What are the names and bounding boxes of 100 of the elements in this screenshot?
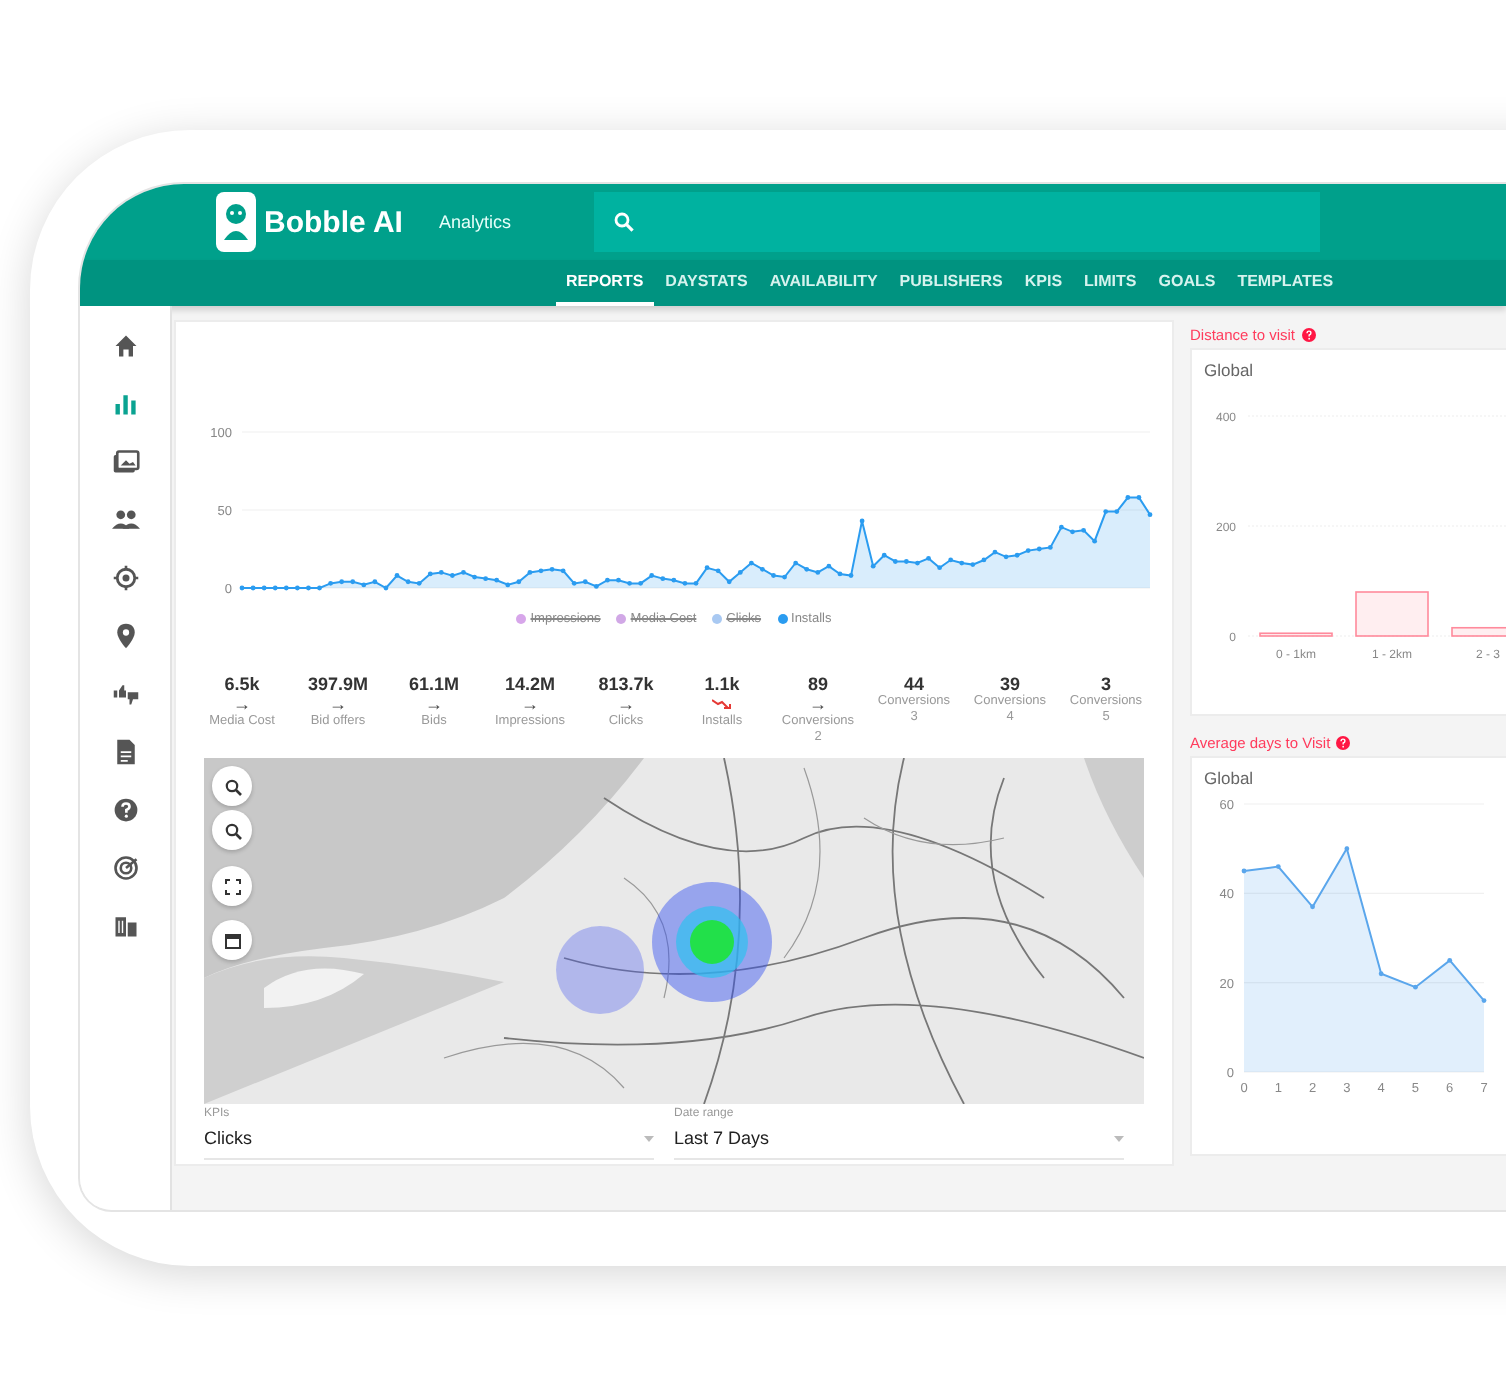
brand-name: Bobble AI: [264, 205, 403, 239]
data-point: [880, 552, 886, 558]
help-icon[interactable]: [1336, 735, 1351, 749]
data-point: [814, 570, 820, 575]
stat-value: 1.1k: [704, 674, 740, 694]
data-point: [659, 576, 665, 582]
data-point: [836, 571, 842, 577]
data-point: [1002, 554, 1008, 560]
bar: [1451, 626, 1506, 637]
help-icon[interactable]: [111, 796, 139, 824]
bar-chart-icon[interactable]: [111, 390, 139, 418]
arrow: →: [329, 694, 347, 714]
data-point: [338, 579, 344, 585]
target-icon[interactable]: [111, 564, 139, 592]
people-icon[interactable]: [111, 506, 139, 534]
data-point: [548, 566, 554, 572]
stat-value: 3: [1100, 674, 1111, 694]
data-point: [1091, 538, 1097, 544]
stat-value: 61.1M: [408, 674, 459, 694]
caret-icon: [1114, 1135, 1124, 1141]
location-pin-icon[interactable]: [111, 622, 139, 650]
data-point: [703, 565, 709, 571]
stat-value: 39: [999, 674, 1020, 694]
stat-value: 813.7k: [598, 674, 654, 694]
data-point: [991, 549, 997, 555]
image-gallery-icon[interactable]: [111, 448, 139, 476]
data-point: [1069, 529, 1074, 535]
data-point: [449, 573, 454, 578]
data-point: [914, 560, 919, 566]
data-point: [869, 563, 875, 569]
chart-title: Global: [1204, 360, 1256, 380]
data-point: [615, 577, 620, 583]
help-icon[interactable]: [1301, 327, 1316, 341]
logo-icon: [216, 192, 256, 252]
nav-tab[interactable]: GOALS: [1148, 260, 1226, 306]
thumbs-icon[interactable]: [111, 680, 139, 708]
nav-tab[interactable]: AVAILABILITY: [759, 260, 888, 306]
nav-tab[interactable]: LIMITS: [1074, 260, 1147, 306]
dropdown[interactable]: Last 7 Days: [674, 1120, 1124, 1160]
data-point: [1102, 509, 1108, 514]
bar: [1355, 591, 1429, 637]
data-point: [858, 518, 864, 524]
data-point: [559, 568, 565, 574]
data-point: [482, 576, 487, 582]
data-point: [1447, 957, 1453, 963]
data-point: [825, 563, 831, 569]
arrow: →: [521, 694, 539, 714]
data-point: [781, 574, 786, 580]
data-point: [725, 579, 731, 585]
stat-value: 6.5k: [224, 674, 260, 694]
arrow: →: [809, 694, 827, 714]
data-point: [792, 560, 798, 566]
nav-tab[interactable]: KPIS: [1014, 260, 1073, 306]
data-point: [1035, 546, 1041, 552]
data-point: [349, 579, 355, 585]
dropdown[interactable]: Clicks: [204, 1120, 654, 1160]
nav-tab[interactable]: DAYSTATS: [655, 260, 758, 306]
data-point: [537, 568, 543, 574]
stat-value: 89: [807, 674, 828, 694]
data-point: [670, 577, 676, 583]
search-icon: [614, 212, 634, 232]
data-point: [1046, 545, 1052, 550]
fullscreen-icon: [223, 877, 241, 895]
data-point: [404, 579, 410, 585]
data-point: [493, 577, 499, 583]
data-point: [648, 573, 654, 578]
building-icon[interactable]: [111, 912, 139, 940]
bar: [1259, 632, 1333, 637]
calendar-icon: [223, 931, 241, 949]
arrow: →: [425, 694, 443, 714]
nav-tab[interactable]: PUBLISHERS: [889, 260, 1013, 306]
data-point: [1058, 524, 1063, 530]
data-point: [371, 579, 377, 585]
stat-value: 397.9M: [307, 674, 369, 694]
radar-icon[interactable]: [111, 854, 139, 882]
zoom-in-icon: [223, 777, 241, 795]
stat-value: 44: [903, 674, 924, 694]
data-point: [947, 557, 953, 563]
product-name: Analytics: [438, 212, 511, 232]
data-point: [969, 562, 975, 567]
data-point: [515, 579, 521, 585]
data-point: [1080, 527, 1085, 533]
document-icon[interactable]: [111, 738, 139, 766]
data-point: [770, 573, 775, 578]
home-icon[interactable]: [111, 332, 139, 360]
search-field[interactable]: [594, 192, 1320, 252]
nav-tab[interactable]: REPORTS: [556, 260, 654, 306]
data-point: [471, 574, 476, 580]
nav-tab[interactable]: TEMPLATES: [1227, 260, 1344, 306]
data-point: [736, 570, 742, 575]
data-point: [925, 555, 930, 561]
data-point: [393, 573, 399, 578]
data-point: [980, 557, 986, 563]
stat-value: 14.2M: [504, 674, 555, 694]
data-point: [526, 570, 532, 575]
data-point: [460, 570, 465, 575]
data-point: [903, 559, 908, 564]
data-point: [1310, 904, 1315, 910]
data-point: [958, 560, 964, 566]
data-point: [1013, 552, 1019, 558]
